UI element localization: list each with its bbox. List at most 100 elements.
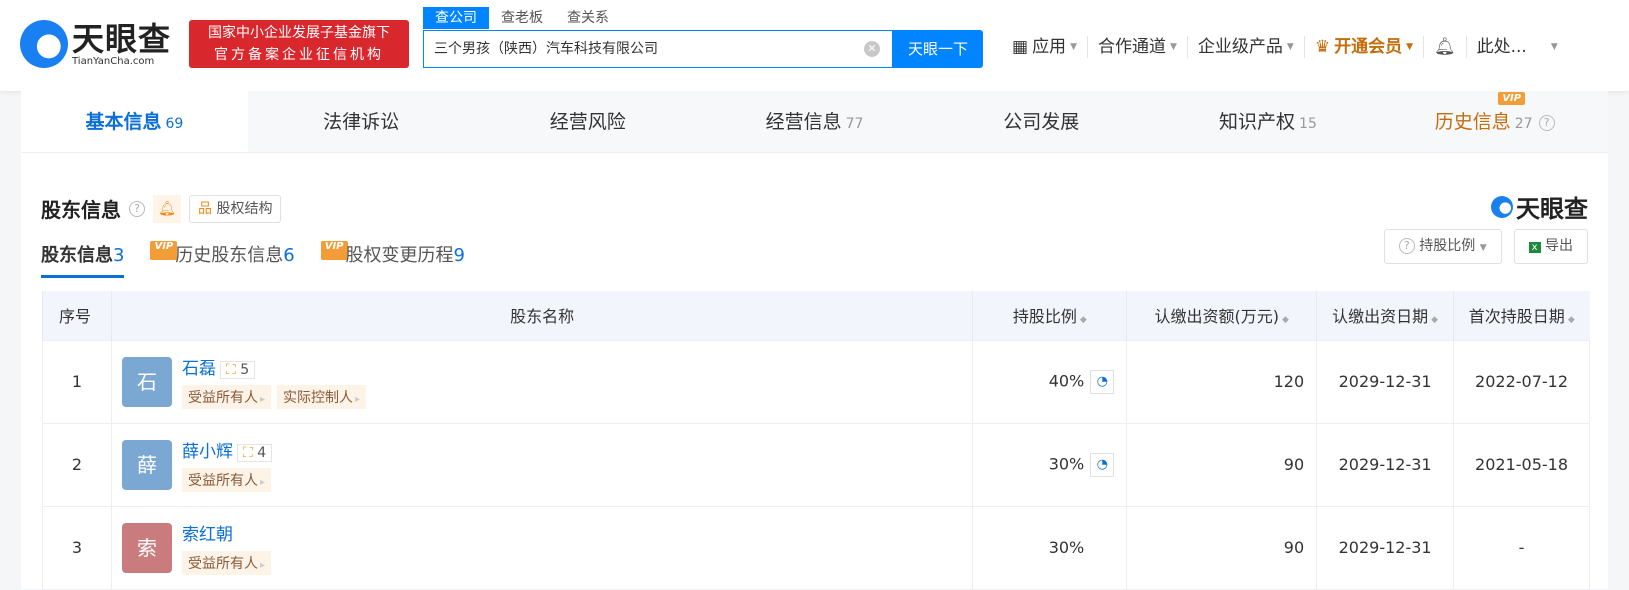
tab-history[interactable]: VIP 历史信息 27 ? [1381,91,1608,152]
search-button[interactable]: 天眼一下 [893,30,983,68]
tab-label: 知识产权 [1219,111,1296,133]
table-row: 2 薛 薛小辉⛶ 4 受益所有人 30%◔ 90 2029-12-31 2021… [42,422,1590,507]
search-tab-company[interactable]: 查公司 [423,7,489,29]
brand-logo-icon [1491,195,1513,218]
help-icon[interactable]: ? [1538,114,1555,131]
search-value: 三个男孩（陕西）汽车科技有限公司 [434,41,658,57]
amount-cell: 90 [1126,505,1318,590]
tab-basic-info[interactable]: 基本信息 69 [21,91,248,152]
slogan-line-2: 官方备案企业征信机构 [214,47,384,63]
related-companies-badge[interactable]: ⛶ 5 [219,361,256,379]
sub-date-cell: 2029-12-31 [1316,339,1455,424]
search-tab-boss[interactable]: 查老板 [489,7,555,29]
section-title: 股东信息 [41,198,121,222]
shareholder-name-link[interactable]: 石磊 [182,359,216,379]
chevron-down-icon: ▼ [1286,42,1294,52]
ratio-cell: 40% ◔ [972,339,1128,424]
user-menu[interactable]: 此处... ▼ [1467,36,1568,58]
subtab-label: 股东信息 [41,245,113,266]
col-header-sub-date[interactable]: 认缴出资日期 ◆ [1316,291,1454,340]
nav-apps[interactable]: ▦ 应用 ▼ [1002,36,1088,58]
ratio-value: 30% [1048,538,1085,557]
sub-date-cell: 2029-12-31 [1316,505,1455,590]
tab-count: 69 [165,116,184,132]
first-date-cell: - [1453,505,1590,590]
tab-legal[interactable]: 法律诉讼 [248,91,475,152]
tag-actual-controller[interactable]: 实际控制人 [277,385,367,409]
logo[interactable]: 天眼查 TianYanCha.com [20,20,171,68]
company-tree-icon: ⛶ [242,445,253,461]
amount-cell: 90 [1126,422,1318,507]
subtab-shareholders[interactable]: 股东信息3 [41,241,125,278]
export-button[interactable]: x 导出 [1513,229,1588,264]
subtab-label: 股权变更历程 [345,245,454,266]
tab-label: 公司发展 [1003,111,1080,133]
avatar: 薛 [121,439,172,490]
chevron-down-icon: ▼ [1070,42,1077,52]
equity-structure-button[interactable]: 品 股权结构 [189,194,282,223]
subtab-history-shareholders[interactable]: VIP 历史股东信息6 [148,241,295,278]
related-companies-badge[interactable]: ⛶ 4 [236,444,273,462]
sub-date-cell: 2029-12-31 [1316,422,1455,507]
search-input[interactable]: 三个男孩（陕西）汽车科技有限公司 ✕ [423,30,893,68]
ratio-cell: 30% ◔ [972,422,1128,507]
subtab-count: 9 [453,245,465,266]
pie-chart-icon[interactable]: ◔ [1090,452,1115,477]
col-header-first-date[interactable]: 首次持股日期 ◆ [1453,291,1590,340]
brand-watermark: 天眼查 [1491,189,1588,224]
bell-icon: 🔔︎ [1434,37,1456,57]
top-nav: ▦ 应用 ▼ 合作通道 ▼ 企业级产品 ▼ ♛ 开通会员 ▼ 🔔︎ 此处... ▼ [1002,36,1568,58]
search-tab-relation[interactable]: 查关系 [555,7,621,29]
nav-partner[interactable]: 合作通道 ▼ [1088,36,1188,58]
tab-development[interactable]: 公司发展 [928,91,1155,152]
shareholder-name-link[interactable]: 薛小辉 [182,442,233,462]
avatar: 石 [121,356,172,407]
monitor-bell-icon[interactable]: 🔔︎ [153,194,181,223]
sort-icon[interactable]: ◆ [1080,315,1087,325]
header-label: 首次持股日期 [1468,307,1565,327]
help-icon[interactable]: ? [129,200,145,217]
ratio-value: 40% [1048,371,1085,390]
shareholder-table: 序号 股东名称 持股比例 ◆ 认缴出资额(万元) ◆ 认缴出资日期 ◆ 首次持股日期 ◆… [42,291,1590,590]
notification-button[interactable]: 🔔︎ [1424,36,1467,58]
user-name: 此处... [1476,37,1527,57]
col-header-ratio[interactable]: 持股比例 ◆ [972,291,1127,340]
sort-icon[interactable]: ◆ [1282,315,1289,325]
logo-icon [20,20,68,68]
related-count: 4 [257,445,267,461]
header-label: 股东名称 [510,307,575,327]
slogan-line-1: 国家中小企业发展子基金旗下 [208,25,390,41]
main-tabs: 基本信息 69 法律诉讼 经营风险 经营信息 77 公司发展 知识产权 15 VIP 历… [21,91,1608,153]
nav-enterprise[interactable]: 企业级产品 ▼ [1188,36,1305,58]
sort-icon[interactable]: ◆ [1568,315,1575,325]
nav-vip[interactable]: ♛ 开通会员 ▼ [1305,36,1424,58]
amount-cell: 120 [1126,339,1318,424]
tag-beneficial-owner[interactable]: 受益所有人 [181,551,271,575]
tab-operations[interactable]: 经营信息 77 [701,91,928,152]
subtab-equity-changes[interactable]: VIP 股权变更历程9 [319,241,465,278]
equity-structure-label: 股权结构 [216,200,273,217]
slogan-banner: 国家中小企业发展子基金旗下 官方备案企业征信机构 [189,20,409,68]
nav-vip-label: 开通会员 [1334,37,1403,57]
clear-icon[interactable]: ✕ [864,41,880,57]
col-header-amount[interactable]: 认缴出资额(万元) ◆ [1126,291,1317,340]
tab-ip[interactable]: 知识产权 15 [1155,91,1382,152]
table-actions: ? 持股比例 ▼ x 导出 [1383,229,1588,264]
shareholder-name-link[interactable]: 索红朝 [182,525,233,545]
tab-risk[interactable]: 经营风险 [474,91,701,152]
sort-icon[interactable]: ◆ [1431,315,1438,325]
ratio-filter-label: 持股比例 [1419,238,1476,254]
subtab-count: 3 [113,245,125,266]
chevron-down-icon: ▼ [1169,42,1177,52]
ratio-filter-dropdown[interactable]: ? 持股比例 ▼ [1383,229,1502,264]
excel-icon: x [1528,242,1541,253]
tag-beneficial-owner[interactable]: 受益所有人 [181,468,271,492]
pie-chart-icon[interactable]: ◔ [1090,369,1115,394]
tab-label: 基本信息 [85,111,162,133]
company-tree-icon: ⛶ [225,362,236,378]
tab-label: 经营信息 [765,111,842,133]
tag-beneficial-owner[interactable]: 受益所有人 [181,385,271,409]
tab-label: 法律诉讼 [323,111,400,133]
help-icon: ? [1398,238,1415,254]
brand-text: 天眼查 [1516,195,1588,223]
